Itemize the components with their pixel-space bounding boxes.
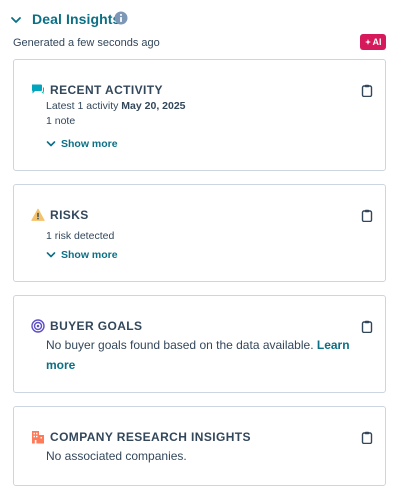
show-more-label: Show more	[61, 249, 118, 261]
clipboard-icon[interactable]	[361, 209, 373, 222]
risks-title: RISKS	[50, 208, 89, 222]
company-research-title: COMPANY RESEARCH INSIGHTS	[50, 430, 251, 444]
show-more-activity-link[interactable]: Show more	[46, 138, 118, 150]
ai-badge: AI	[360, 34, 386, 50]
ai-badge-label: AI	[372, 37, 382, 47]
chevron-down-icon[interactable]	[10, 14, 22, 26]
section-title[interactable]: Deal Insights	[32, 11, 120, 27]
company-research-text: No associated companies.	[46, 449, 187, 463]
info-icon[interactable]	[114, 11, 128, 25]
target-icon	[31, 319, 45, 333]
generated-timestamp: Generated a few seconds ago	[13, 37, 160, 49]
latest-activity-text: Latest 1 activity May 20, 2025	[46, 100, 186, 112]
chevron-down-icon	[46, 141, 56, 147]
clipboard-icon[interactable]	[361, 84, 373, 97]
risk-count: 1 risk detected	[46, 230, 115, 242]
warning-icon	[31, 208, 45, 221]
risks-card: RISKS 1 risk detected Show more	[13, 184, 386, 282]
clipboard-icon[interactable]	[361, 431, 373, 444]
show-more-risks-link[interactable]: Show more	[46, 249, 118, 261]
building-icon	[32, 431, 44, 444]
deal-insights-header: Deal Insights Generated a few seconds ag…	[0, 0, 400, 56]
company-research-card: COMPANY RESEARCH INSIGHTS No associated …	[13, 406, 386, 486]
latest-activity-date: May 20, 2025	[121, 100, 186, 112]
buyer-goals-text: No buyer goals found based on the data a…	[46, 338, 350, 372]
note-count: 1 note	[46, 115, 76, 127]
clipboard-icon[interactable]	[361, 320, 373, 333]
show-more-label: Show more	[61, 138, 118, 150]
sparkle-icon	[364, 39, 371, 45]
recent-activity-card: RECENT ACTIVITY Latest 1 activity May 20…	[13, 59, 386, 171]
buyer-goals-card: BUYER GOALS No buyer goals found based o…	[13, 295, 386, 393]
chat-bubbles-icon	[32, 84, 44, 94]
buyer-goals-title: BUYER GOALS	[50, 319, 143, 333]
chevron-down-icon	[46, 252, 56, 258]
recent-activity-title: RECENT ACTIVITY	[50, 83, 163, 97]
